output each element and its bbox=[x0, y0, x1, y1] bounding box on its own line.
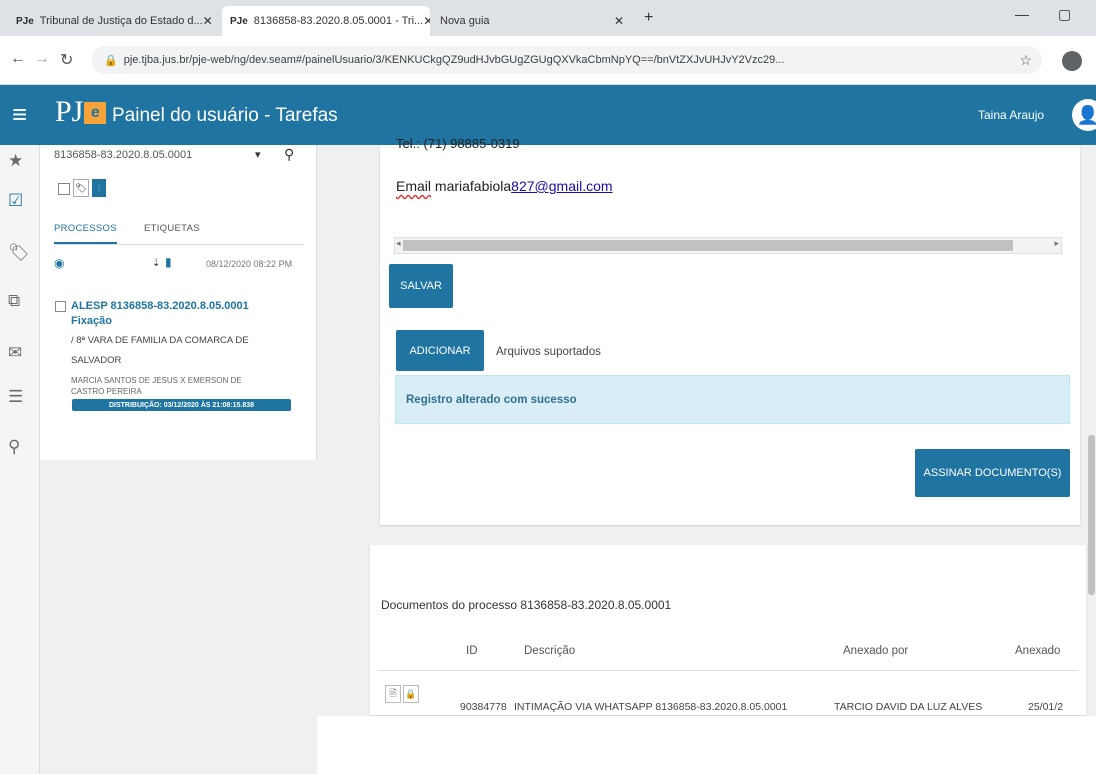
search-icon[interactable]: ⚲ bbox=[8, 437, 20, 457]
forward-icon[interactable]: → bbox=[34, 50, 50, 68]
scroll-right-icon[interactable]: ▸ bbox=[1054, 238, 1059, 249]
chevron-down-icon[interactable]: ▾ bbox=[255, 148, 261, 161]
process-list-panel: 8136858-83.2020.8.05.0001 ▾ ⚲ 🏷 ⫶ PROCES… bbox=[40, 145, 317, 774]
scrollbar-thumb[interactable] bbox=[1088, 435, 1095, 595]
column-header-descricao: Descrição bbox=[524, 645, 576, 657]
browser-tab-label: Nova guia bbox=[440, 15, 490, 27]
close-icon[interactable]: ✕ bbox=[423, 14, 430, 28]
logo-e-badge: e bbox=[84, 102, 107, 124]
email-link[interactable]: 827@gmail.com bbox=[511, 178, 612, 194]
location-pin-icon[interactable]: ◉ bbox=[54, 256, 64, 270]
process-parties-cont: CASTRO PEREIRA bbox=[71, 387, 142, 396]
column-header-anexado-por: Anexado por bbox=[843, 645, 909, 657]
icon-rail: ★ ☑ 🏷 ⧉ ✉ ☰ ⚲ bbox=[0, 145, 40, 774]
process-court-city: SALVADOR bbox=[71, 355, 122, 366]
logo-pj-text: PJ bbox=[55, 95, 84, 128]
book-icon[interactable]: ▮ bbox=[165, 255, 172, 269]
sign-documents-button[interactable]: ASSINAR DOCUMENTO(S) bbox=[915, 449, 1070, 497]
back-icon[interactable]: ← bbox=[10, 50, 26, 68]
url-field[interactable]: 🔒 pje.tjba.jus.br/pje-web/ng/dev.seam#/p… bbox=[92, 46, 1042, 74]
documents-title: Documentos do processo 8136858-83.2020.8… bbox=[381, 598, 672, 612]
copy-icon[interactable]: ⧉ bbox=[8, 291, 20, 311]
pje-favicon: PJe bbox=[16, 15, 34, 27]
tab-processos[interactable]: PROCESSOS bbox=[54, 223, 117, 244]
reload-icon[interactable]: ↻ bbox=[60, 50, 73, 70]
close-icon[interactable]: ✕ bbox=[614, 14, 624, 28]
mail-icon[interactable]: ✉ bbox=[8, 343, 22, 363]
page-title: Painel do usuário - Tarefas bbox=[112, 105, 338, 126]
list-date: 08/12/2020 08:22 PM bbox=[206, 259, 293, 269]
user-name[interactable]: Taina Araujo bbox=[978, 108, 1044, 122]
column-header-id: ID bbox=[466, 645, 478, 657]
vertical-scrollbar[interactable] bbox=[1086, 145, 1096, 715]
supported-files-link[interactable]: Arquivos suportados bbox=[496, 346, 601, 358]
editor-email-line[interactable]: Email mariafabiola827@gmail.com bbox=[396, 178, 613, 194]
column-header-anexado: Anexado bbox=[1015, 645, 1061, 657]
minimize-icon[interactable]: — bbox=[1015, 6, 1029, 22]
tab-etiquetas[interactable]: ETIQUETAS bbox=[144, 223, 200, 234]
select-all-checkbox[interactable] bbox=[58, 183, 70, 195]
page-bottom-blank bbox=[317, 716, 1096, 774]
table-cell-anexado-em: 25/01/2 bbox=[1028, 701, 1064, 713]
app-header: ≡ PJ e Painel do usuário - Tarefas Taina… bbox=[0, 85, 1096, 145]
process-class: Fixação bbox=[71, 315, 112, 327]
scroll-left-icon[interactable]: ◂ bbox=[396, 238, 401, 249]
process-checkbox[interactable] bbox=[55, 301, 66, 312]
browser-tab-label: Tribunal de Justiça do Estado d... bbox=[39, 15, 203, 27]
search-icon[interactable]: ⚲ bbox=[284, 146, 294, 163]
lock-icon[interactable]: 🔒 bbox=[403, 685, 419, 703]
hamburger-menu-icon[interactable]: ≡ bbox=[12, 99, 27, 130]
horizontal-scrollbar[interactable]: ◂ ▸ bbox=[394, 237, 1062, 254]
tab-divider bbox=[54, 244, 304, 245]
documents-card bbox=[370, 545, 1086, 715]
add-file-button[interactable]: ADICIONAR bbox=[396, 330, 484, 371]
checklist-icon[interactable]: ☑ bbox=[8, 191, 23, 211]
success-alert: Registro alterado com sucesso bbox=[395, 375, 1070, 424]
browser-tab-3[interactable]: Nova guia ✕ bbox=[432, 6, 632, 36]
table-cell-anexado-por: TARCIO DAVID DA LUZ ALVES bbox=[834, 701, 983, 713]
close-icon[interactable]: ✕ bbox=[203, 14, 213, 28]
lock-icon: 🔒 bbox=[104, 54, 118, 67]
view-document-icon[interactable]: 🗎 bbox=[385, 685, 401, 703]
table-cell-id: 90384778 bbox=[460, 701, 507, 713]
process-court: / 8ª VARA DE FAMILIA DA COMARCA DE bbox=[71, 335, 249, 346]
pje-favicon: PJe bbox=[230, 15, 248, 27]
filter-button[interactable]: ⫶ bbox=[92, 179, 106, 197]
browser-tab-2[interactable]: PJe 8136858-83.2020.8.05.0001 - Tri... ✕ bbox=[222, 6, 430, 36]
alert-message: Registro alterado com sucesso bbox=[406, 394, 577, 406]
email-label: Email bbox=[396, 178, 432, 194]
new-tab-button[interactable]: + bbox=[644, 9, 653, 27]
tag-filter-button[interactable]: 🏷 bbox=[73, 179, 89, 197]
process-parties: MARCIA SANTOS DE JESUS X EMERSON DE bbox=[71, 376, 242, 385]
pje-logo: PJ e bbox=[55, 95, 107, 128]
sort-icon[interactable]: ⇣ bbox=[152, 258, 160, 269]
tag-icon[interactable]: 🏷 bbox=[8, 243, 30, 263]
list-icon[interactable]: ☰ bbox=[8, 387, 23, 407]
browser-profile-avatar[interactable] bbox=[1062, 51, 1082, 71]
star-icon[interactable]: ★ bbox=[8, 151, 23, 171]
editor-tel-line: Tel.: (71) 98885-0319 bbox=[396, 136, 520, 151]
table-header-divider bbox=[378, 670, 1078, 671]
distribution-badge: DISTRIBUIÇÃO: 03/12/2020 ÀS 21:08:15.838 bbox=[72, 399, 291, 411]
process-list-card: 8136858-83.2020.8.05.0001 ▾ ⚲ 🏷 ⫶ PROCES… bbox=[40, 145, 317, 460]
user-avatar-icon[interactable]: 👤 bbox=[1072, 99, 1096, 131]
process-search-input[interactable]: 8136858-83.2020.8.05.0001 bbox=[54, 149, 192, 161]
restore-icon[interactable]: ▢ bbox=[1058, 6, 1071, 23]
save-button[interactable]: SALVAR bbox=[389, 264, 453, 308]
browser-tab-1[interactable]: PJe Tribunal de Justiça do Estado d... ✕ bbox=[8, 6, 220, 36]
bookmark-star-icon[interactable]: ☆ bbox=[1019, 52, 1032, 69]
browser-tab-strip: PJe Tribunal de Justiça do Estado d... ✕… bbox=[0, 0, 1096, 36]
process-number-link[interactable]: ALESP 8136858-83.2020.8.05.0001 bbox=[71, 300, 249, 312]
browser-tab-label: 8136858-83.2020.8.05.0001 - Tri... bbox=[253, 15, 424, 27]
browser-address-bar: ← → ↻ 🔒 pje.tjba.jus.br/pje-web/ng/dev.s… bbox=[0, 36, 1096, 85]
url-text: pje.tjba.jus.br/pje-web/ng/dev.seam#/pai… bbox=[123, 54, 785, 66]
scrollbar-thumb[interactable] bbox=[403, 240, 1013, 251]
table-cell-descricao[interactable]: INTIMAÇÃO VIA WHATSAPP 8136858-83.2020.8… bbox=[514, 701, 824, 713]
email-prefix: mariafabiola bbox=[431, 178, 512, 194]
